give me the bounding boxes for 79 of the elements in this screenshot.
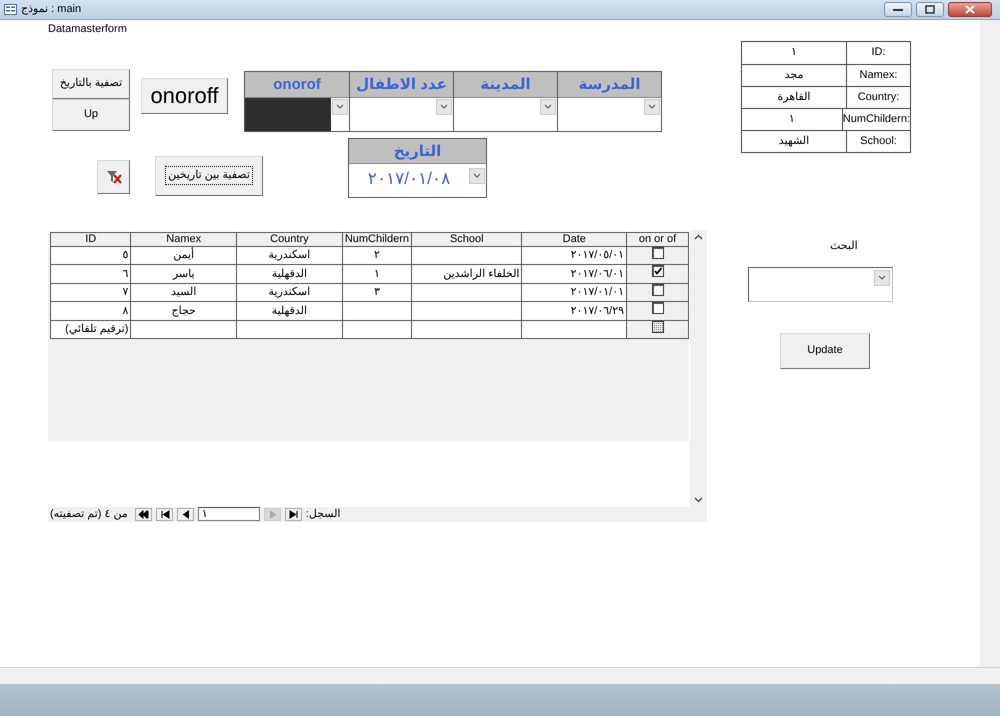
checkbox[interactable] <box>652 265 664 277</box>
column-header[interactable]: on or of <box>626 232 688 246</box>
column-header: المدرسة <box>558 72 661 98</box>
maximize-icon <box>925 5 935 14</box>
record-number-field[interactable]: ١ <box>198 507 260 521</box>
field-value: القاهرة <box>742 87 847 108</box>
skip-end-icon <box>158 510 170 518</box>
record-count-text: من ٤ (تم تصفيته) <box>50 506 128 522</box>
column-header[interactable]: Namex <box>130 232 236 246</box>
close-button[interactable] <box>948 2 992 17</box>
table-cell: ٨ <box>122 304 128 316</box>
form-caption: Datamasterform <box>48 23 127 36</box>
checkbox[interactable] <box>652 302 664 314</box>
table-cell: أيمن <box>173 249 194 261</box>
clear-filter-button[interactable] <box>97 160 130 194</box>
table-cell: ٦ <box>122 268 128 280</box>
table-cell: اسكندرية <box>268 249 310 261</box>
minimize-button[interactable] <box>884 2 912 17</box>
maximize-button[interactable] <box>916 2 944 17</box>
filter-combo-field[interactable] <box>245 98 349 130</box>
close-icon <box>965 5 975 14</box>
table-cell: ٧ <box>122 286 128 298</box>
column-header: التاريخ <box>349 138 486 164</box>
field-value: مجد <box>742 65 847 86</box>
table-cell: الخلفاء الراشدين <box>443 268 520 280</box>
scroll-down-icon[interactable] <box>694 496 703 502</box>
table-cell: الدقهلية <box>272 268 308 280</box>
table-cell: ٢ <box>374 249 380 261</box>
column-header[interactable]: NumChildern <box>342 232 412 246</box>
double-triangle-icon <box>138 510 149 518</box>
onoroff-button[interactable]: onoroff <box>141 78 228 114</box>
checkbox[interactable] <box>652 284 664 296</box>
table-cell: ياسر <box>172 268 195 280</box>
update-button[interactable]: Update <box>780 332 870 368</box>
field-label: ID: <box>870 45 887 60</box>
column-header[interactable]: Date <box>522 232 627 246</box>
column-header[interactable]: Country <box>236 232 342 246</box>
table-cell: ٢٠١٧/٠٥/٠١ <box>570 249 624 261</box>
field-value: ١ <box>742 42 847 64</box>
skip-end-icon <box>288 510 299 518</box>
column-header[interactable]: School <box>412 232 522 246</box>
table-cell: ٢٠١٧/٠٦/٢٩ <box>570 304 624 316</box>
vertical-scrollbar[interactable] <box>690 230 707 506</box>
table-cell: ١ <box>374 268 380 280</box>
filter-clear-icon <box>106 170 122 184</box>
window-title: نموذج : main <box>21 2 82 18</box>
column-header[interactable]: ID <box>50 232 131 246</box>
field-value: ١ <box>742 109 843 130</box>
field-label: NumChildern: <box>842 112 910 127</box>
search-label: البحث <box>830 239 858 253</box>
next-record-button[interactable] <box>176 508 194 520</box>
first-record-button[interactable] <box>284 508 302 520</box>
field-label: Country: <box>856 90 900 105</box>
filter-button[interactable]: تصفية بالتاريخ <box>52 68 130 98</box>
table-cell: ٣ <box>374 286 380 298</box>
up-button[interactable]: Up <box>52 98 130 130</box>
date-range-filter-button[interactable]: تصفية بين تاريخين <box>155 156 263 196</box>
table-cell: حجاج <box>172 304 196 316</box>
new-record-field[interactable]: (ترقيم تلقائي) <box>50 320 131 338</box>
scroll-up-icon[interactable] <box>694 234 703 240</box>
table-cell: السيد <box>171 286 196 298</box>
search-combo-field[interactable] <box>748 266 893 302</box>
field-value: الشهيد <box>742 131 847 152</box>
table-cell: ٢٠١٧/٠١/٠١ <box>570 286 624 298</box>
column-header: onorof <box>245 72 349 98</box>
record-label: السجل: <box>306 506 340 522</box>
new-record-button[interactable] <box>134 508 152 520</box>
table-cell: الدقهلية <box>272 304 308 316</box>
column-header: المدينة <box>454 72 557 98</box>
minimize-icon <box>893 8 903 12</box>
last-record-button[interactable] <box>156 508 173 520</box>
column-header: عدد الاطفال <box>350 72 453 98</box>
field-label: Namex: <box>858 68 898 83</box>
field-label: School: <box>859 134 898 149</box>
form-icon <box>4 4 17 15</box>
table-cell: اسكندرية <box>268 286 310 298</box>
table-cell: ٥ <box>122 249 128 261</box>
table-cell: ٢٠١٧/٠٦/٠١ <box>570 268 624 280</box>
checkbox[interactable] <box>652 246 664 258</box>
